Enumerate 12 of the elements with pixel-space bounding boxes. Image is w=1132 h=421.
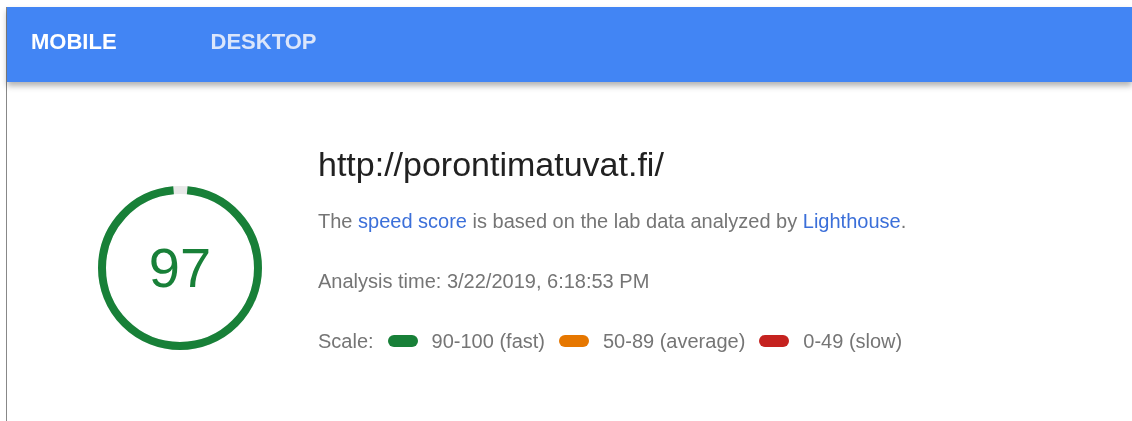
link[interactable]: Lighthouse	[802, 210, 901, 232]
scale-label: Scale:	[318, 329, 374, 354]
page-url: http://porontimatuvat.fi/	[318, 144, 665, 185]
tab[interactable]: MOBILE	[31, 25, 117, 58]
analysis-time: Analysis time: 3/22/2019, 6:18:53 PM	[318, 269, 651, 294]
description-text: The speed score is based on the lab data analyzed by Lighthouse.	[318, 209, 908, 234]
tab[interactable]: DESKTOP	[210, 25, 317, 58]
score-value: 97	[148, 240, 212, 296]
legend-label: 0-49 (slow)	[803, 329, 903, 354]
link[interactable]: speed score	[358, 210, 467, 232]
legend-label: 50-89 (average)	[603, 329, 746, 354]
legend-label: 90-100 (fast)	[431, 329, 545, 354]
